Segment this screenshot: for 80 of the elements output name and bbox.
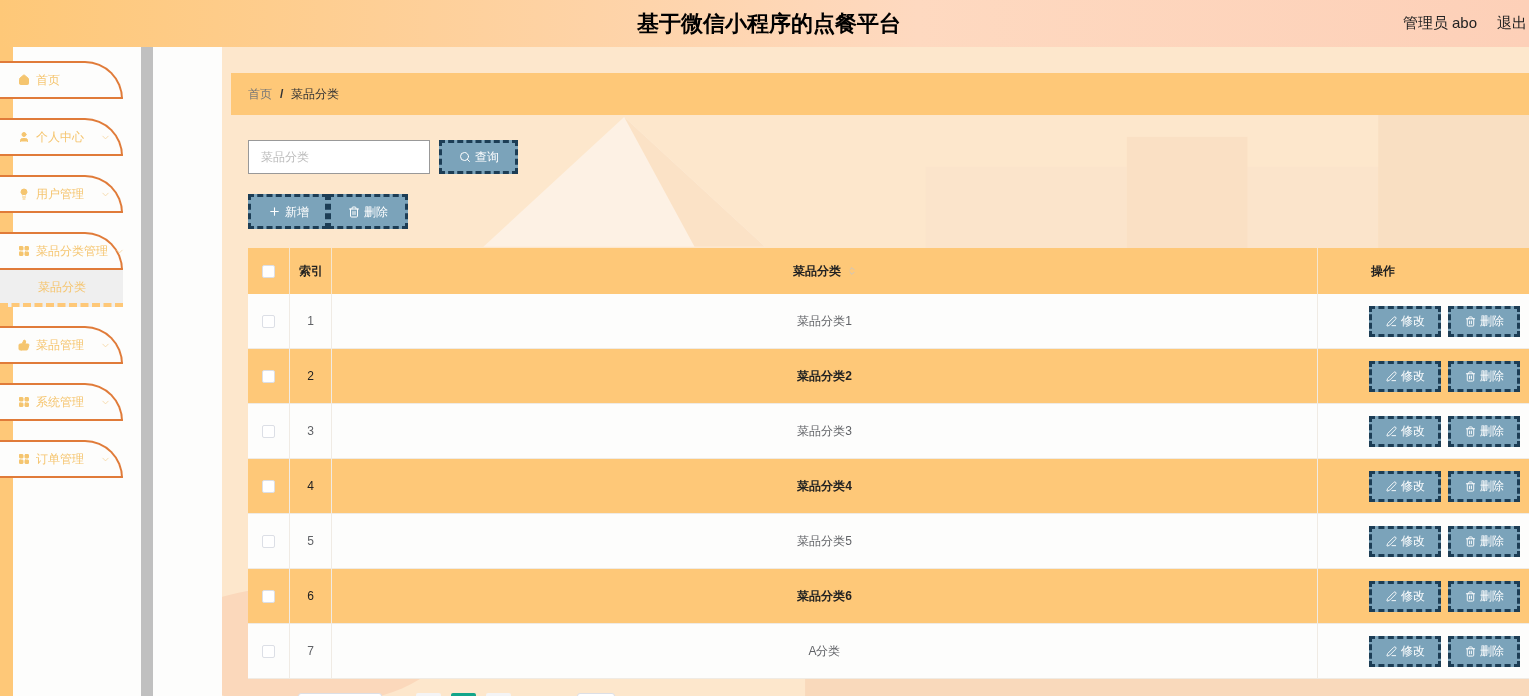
table-cell: 4 xyxy=(290,459,332,513)
trash-icon xyxy=(1464,480,1476,492)
pen-icon xyxy=(1385,480,1397,492)
grid-icon xyxy=(18,453,30,465)
sidebar-item[interactable]: 订单管理 xyxy=(0,440,123,478)
delete-button[interactable]: 删除 xyxy=(1448,580,1520,612)
edit-button[interactable]: 修改 xyxy=(1369,470,1441,502)
table-cell: 菜品分类4 xyxy=(332,459,1318,513)
table-cell: 3 xyxy=(290,404,332,458)
row-checkbox[interactable] xyxy=(262,314,275,328)
plus-icon xyxy=(267,205,281,218)
delete-button[interactable]: 删除 xyxy=(1448,360,1520,392)
pen-icon xyxy=(1385,535,1397,547)
row-checkbox[interactable] xyxy=(262,424,275,438)
delete-button[interactable]: 删除 xyxy=(328,194,408,229)
trash-icon xyxy=(1464,535,1476,547)
select-all-checkbox[interactable] xyxy=(262,264,275,278)
row-checkbox[interactable] xyxy=(262,644,275,658)
edit-button[interactable]: 修改 xyxy=(1369,580,1441,612)
table-cell: 菜品分类2 xyxy=(332,349,1318,403)
table-cell: 菜品分类1 xyxy=(332,294,1318,348)
search-field[interactable]: 菜品分类 xyxy=(248,140,430,174)
search-icon xyxy=(458,151,471,163)
row-checkbox[interactable] xyxy=(262,369,275,383)
home-icon xyxy=(18,74,30,86)
sort-icon xyxy=(846,266,857,276)
table-cell: 菜品分类5 xyxy=(332,514,1318,568)
pen-icon xyxy=(1385,425,1397,437)
delete-button[interactable]: 删除 xyxy=(1448,305,1520,337)
trash-icon xyxy=(1464,645,1476,657)
table-cell: A分类 xyxy=(332,624,1318,678)
thumbs-up-icon xyxy=(18,339,30,351)
submenu-item[interactable]: 菜品分类 xyxy=(0,270,123,307)
table-cell: 菜品分类6 xyxy=(332,569,1318,623)
table-cell: 菜品分类3 xyxy=(332,404,1318,458)
app-title: 基于微信小程序的点餐平台 xyxy=(636,10,901,38)
row-checkbox[interactable] xyxy=(262,534,275,548)
table-cell: 1 xyxy=(290,294,332,348)
sidebar-item[interactable]: 首页 xyxy=(0,61,123,99)
trash-icon xyxy=(348,205,360,218)
grid-icon xyxy=(18,396,30,408)
add-button[interactable]: 新增 xyxy=(248,194,328,229)
pen-icon xyxy=(1385,315,1397,327)
sidebar-item[interactable]: 用户管理 xyxy=(0,175,123,213)
row-checkbox[interactable] xyxy=(262,479,275,493)
delete-button[interactable]: 删除 xyxy=(1448,635,1520,667)
sidebar-item[interactable]: 系统管理 xyxy=(0,383,123,421)
edit-button[interactable]: 修改 xyxy=(1369,360,1441,392)
breadcrumb-separator: / xyxy=(280,86,284,103)
table-cell: 5 xyxy=(290,514,332,568)
sidebar-item[interactable]: 菜品分类管理 xyxy=(0,232,123,270)
column-header: 操作 xyxy=(1370,263,1396,280)
breadcrumb-item: 菜品分类 xyxy=(291,86,340,103)
pen-icon xyxy=(1385,590,1397,602)
edit-button[interactable]: 修改 xyxy=(1369,635,1441,667)
grid-icon xyxy=(18,245,30,257)
trash-icon xyxy=(1464,370,1476,382)
bulb-icon xyxy=(18,188,30,200)
logout-link[interactable]: 退出 xyxy=(1497,12,1529,35)
sidebar-item[interactable]: 菜品管理 xyxy=(0,326,123,364)
trash-icon xyxy=(1464,425,1476,437)
trash-icon xyxy=(1464,590,1476,602)
edit-button[interactable]: 修改 xyxy=(1369,525,1441,557)
user-name: 管理员 abo xyxy=(1402,13,1477,34)
user-icon xyxy=(18,131,30,143)
edit-button[interactable]: 修改 xyxy=(1369,415,1441,447)
search-button[interactable]: 查询 xyxy=(439,140,518,174)
pen-icon xyxy=(1385,645,1397,657)
delete-button[interactable]: 删除 xyxy=(1448,415,1520,447)
table-cell: 6 xyxy=(290,569,332,623)
row-checkbox[interactable] xyxy=(262,589,275,603)
edit-button[interactable]: 修改 xyxy=(1369,305,1441,337)
trash-icon xyxy=(1464,315,1476,327)
table-cell: 2 xyxy=(290,349,332,403)
sidebar-item[interactable]: 个人中心 xyxy=(0,118,123,156)
delete-button[interactable]: 删除 xyxy=(1448,470,1520,502)
pen-icon xyxy=(1385,370,1397,382)
delete-button[interactable]: 删除 xyxy=(1448,525,1520,557)
table-cell: 7 xyxy=(290,624,332,678)
breadcrumb-item[interactable]: 首页 xyxy=(248,85,272,103)
